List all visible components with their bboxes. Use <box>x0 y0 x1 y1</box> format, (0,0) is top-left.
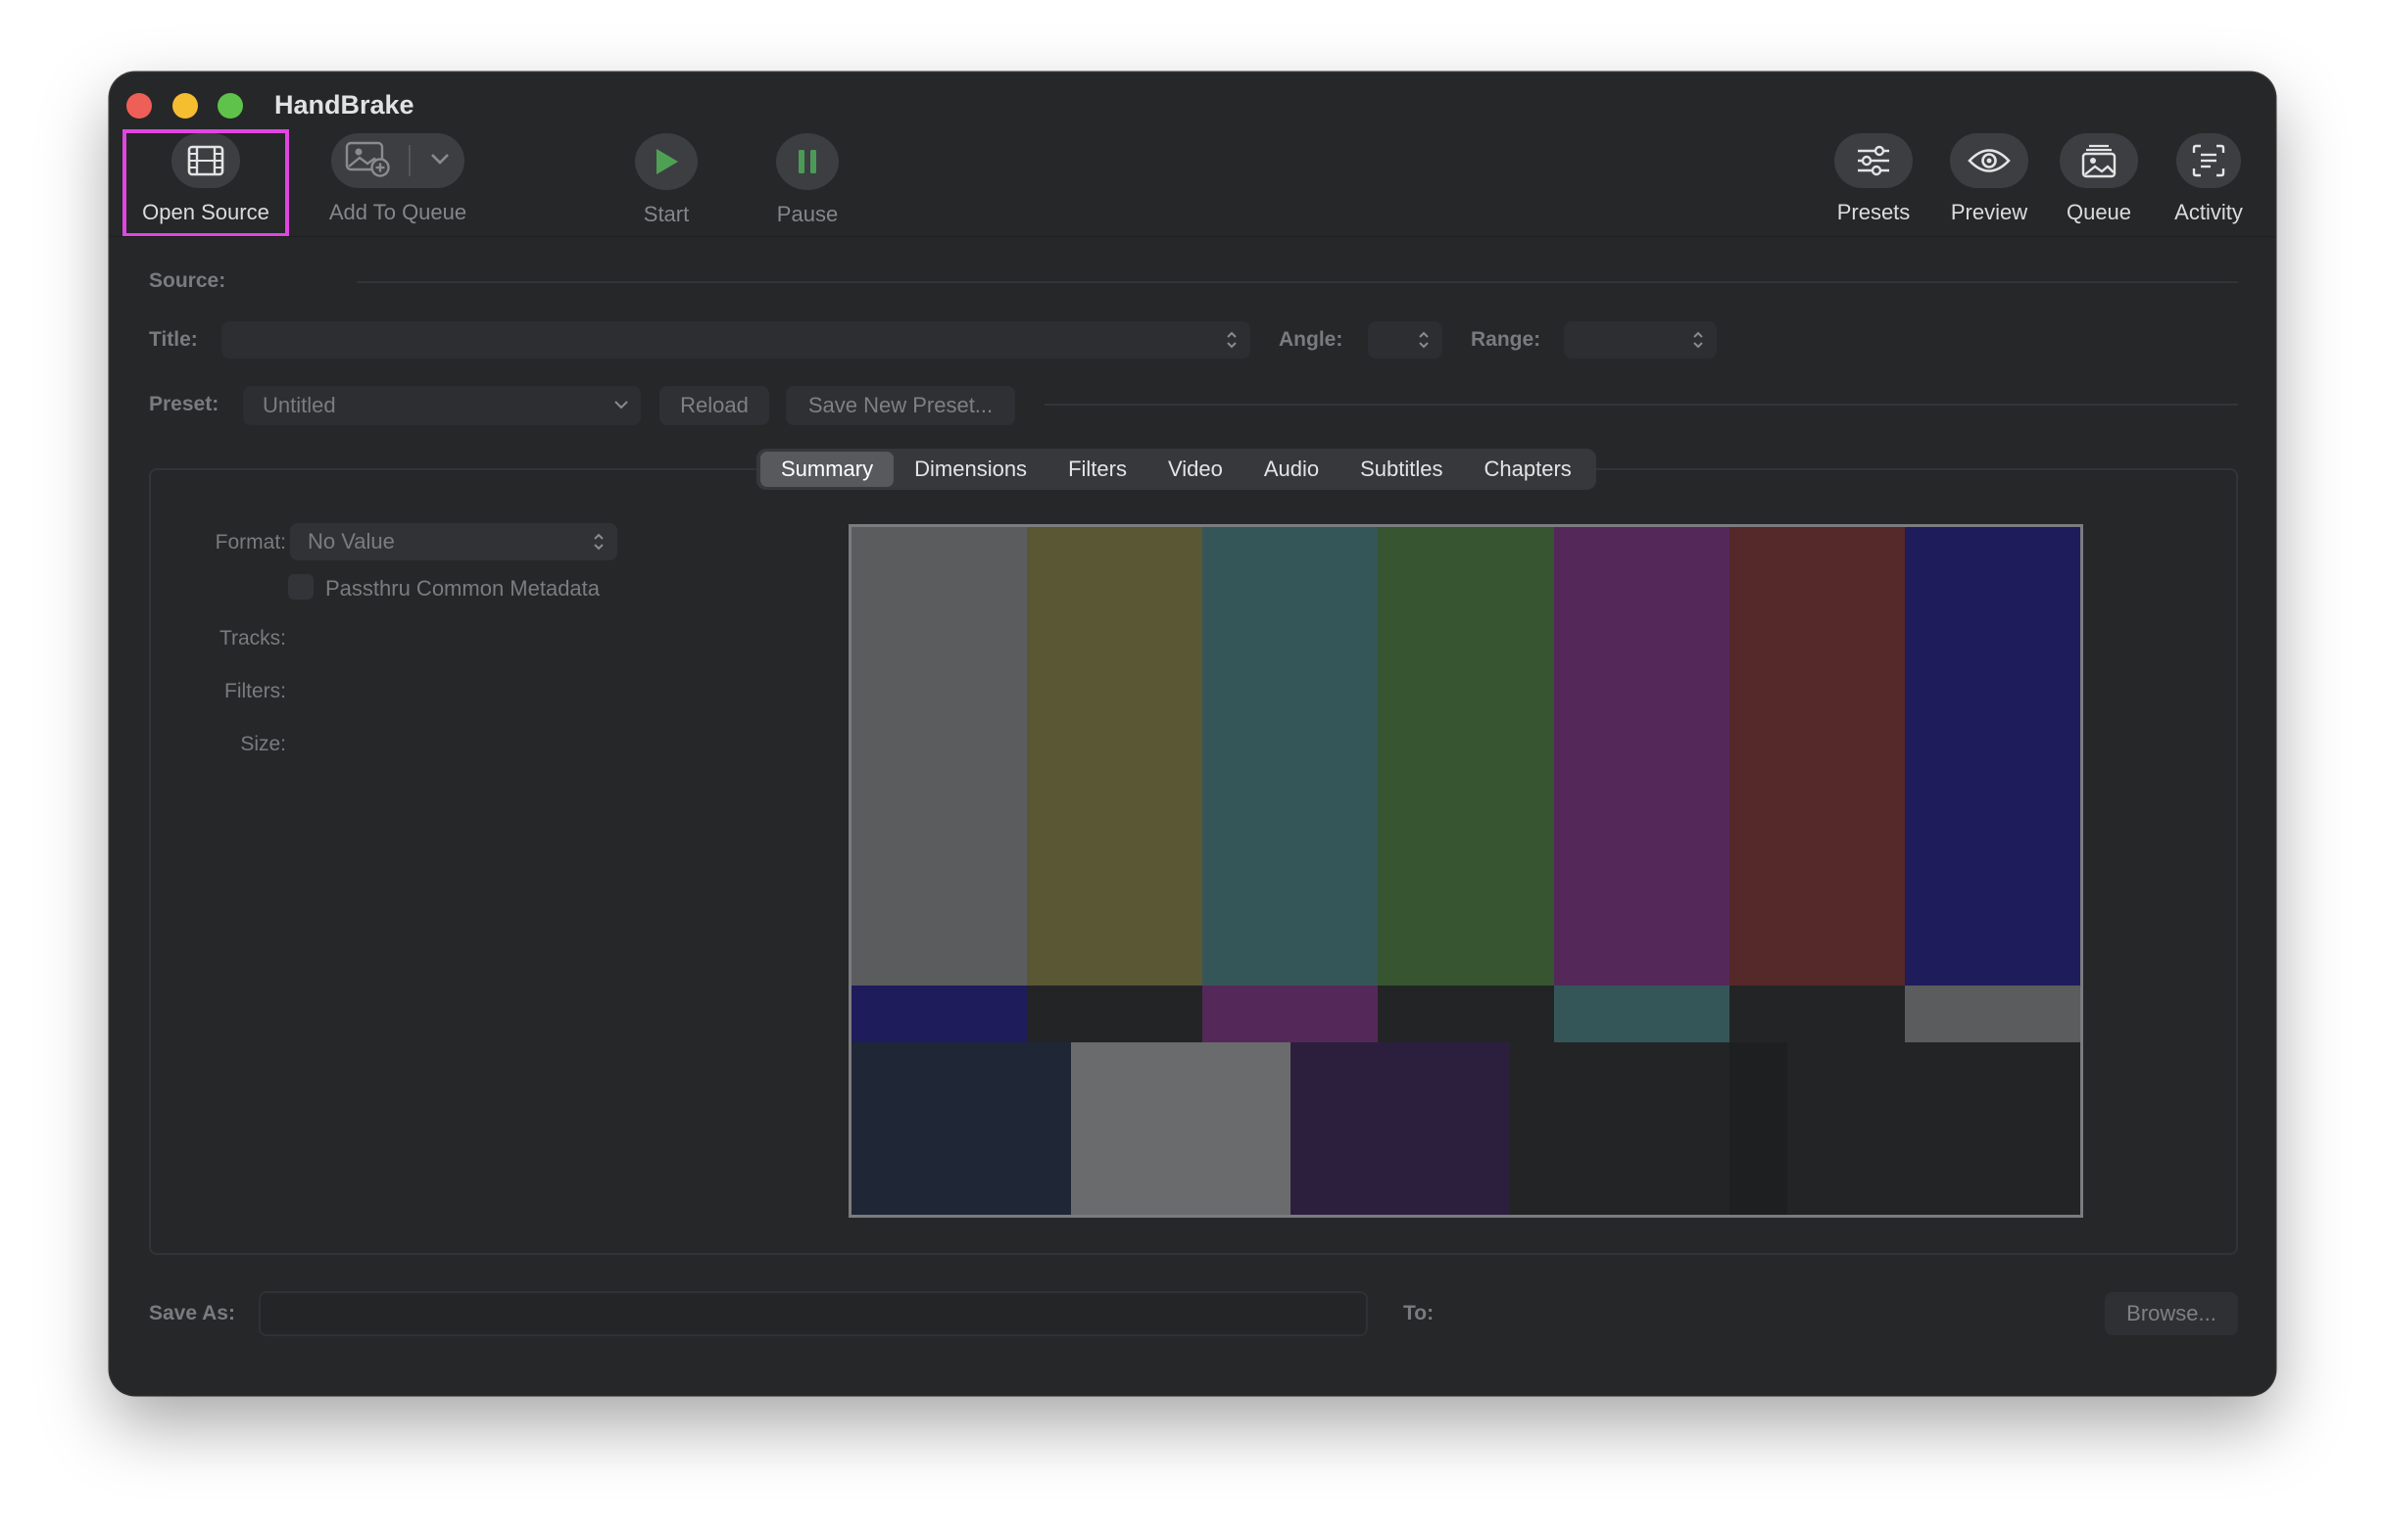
sliders-icon <box>1834 133 1913 188</box>
angle-label: Angle: <box>1279 328 1343 351</box>
passthru-metadata-label: Passthru Common Metadata <box>325 576 601 601</box>
source-label: Source: <box>149 269 226 292</box>
color-bar-middle <box>1202 986 1381 1042</box>
color-bar-middle <box>1027 986 1205 1042</box>
color-bar-bottom <box>1728 1042 1789 1215</box>
play-icon <box>635 133 698 190</box>
color-bar-middle <box>1728 986 1907 1042</box>
queue-label: Queue <box>2066 200 2132 224</box>
add-photo-icon <box>345 140 390 182</box>
save-as-input[interactable] <box>259 1291 1368 1336</box>
pause-icon <box>776 133 839 190</box>
source-value <box>357 281 2238 283</box>
preset-value: Untitled <box>263 393 336 417</box>
tab-audio[interactable]: Audio <box>1243 452 1339 487</box>
preset-label: Preset: <box>149 393 219 415</box>
updown-chevron-icon <box>1417 330 1431 355</box>
title-label: Title: <box>149 328 198 351</box>
preset-popup[interactable]: Untitled <box>243 386 641 425</box>
range-popup[interactable] <box>1564 321 1717 359</box>
activity-log-icon <box>2176 133 2241 188</box>
color-bar-top <box>1904 527 2080 986</box>
preset-separator <box>1045 404 2238 406</box>
tab-chapters[interactable]: Chapters <box>1464 452 1592 487</box>
color-bar-middle <box>1378 986 1556 1042</box>
add-to-queue-label: Add To Queue <box>328 200 467 224</box>
activity-label: Activity <box>2174 200 2243 224</box>
color-bar-bottom <box>1786 1042 1907 1215</box>
selection-highlight <box>122 129 289 237</box>
eye-icon <box>1950 133 2028 188</box>
color-bar-top <box>1728 527 1907 986</box>
filters-label: Filters: <box>224 680 286 702</box>
save-new-preset-button[interactable]: Save New Preset... <box>786 386 1015 425</box>
color-bar-top <box>1027 527 1205 986</box>
preview-image <box>849 524 2083 1218</box>
chevron-down-icon[interactable] <box>429 152 451 170</box>
window-title: HandBrake <box>274 90 414 120</box>
presets-label: Presets <box>1836 200 1911 224</box>
pause-button[interactable]: Pause <box>760 133 854 227</box>
color-bar-bottom <box>1070 1042 1291 1215</box>
start-button[interactable]: Start <box>619 133 713 227</box>
settings-tabs: Summary Dimensions Filters Video Audio S… <box>756 449 1596 490</box>
color-bar-middle <box>1553 986 1731 1042</box>
add-to-queue-button[interactable]: Add To Queue <box>319 133 476 225</box>
tracks-label: Tracks: <box>219 627 286 650</box>
save-as-label: Save As: <box>149 1302 235 1324</box>
color-bar-middle <box>852 986 1029 1042</box>
updown-chevron-icon <box>1225 330 1239 355</box>
updown-chevron-icon <box>1691 330 1705 355</box>
title-bar: HandBrake Open Source Add To Queue Start… <box>110 72 2275 239</box>
queue-button[interactable]: Queue <box>2052 133 2146 225</box>
format-label: Format: <box>215 531 286 553</box>
handbrake-window: HandBrake Open Source Add To Queue Start… <box>110 72 2275 1395</box>
pause-label: Pause <box>776 202 839 226</box>
color-bar-top <box>1202 527 1381 986</box>
close-window-button[interactable] <box>126 93 152 119</box>
tab-video[interactable]: Video <box>1147 452 1243 487</box>
range-label: Range: <box>1471 328 1541 351</box>
tab-dimensions[interactable]: Dimensions <box>894 452 1047 487</box>
activity-button[interactable]: Activity <box>2162 133 2256 225</box>
browse-button[interactable]: Browse... <box>2105 1292 2238 1335</box>
angle-popup[interactable] <box>1368 321 1442 359</box>
minimize-window-button[interactable] <box>172 93 198 119</box>
format-value: No Value <box>308 529 395 553</box>
toolbar-divider <box>110 236 2275 237</box>
size-label: Size: <box>240 733 286 755</box>
color-bar-bottom <box>1904 1042 2080 1215</box>
tab-filters[interactable]: Filters <box>1047 452 1147 487</box>
color-bar-bottom <box>1509 1042 1730 1215</box>
color-bar-bottom <box>1290 1042 1511 1215</box>
preview-button[interactable]: Preview <box>1942 133 2036 225</box>
title-popup[interactable] <box>221 321 1250 359</box>
destination-label: To: <box>1403 1302 1435 1324</box>
updown-chevron-icon <box>592 532 606 556</box>
reload-button[interactable]: Reload <box>659 386 769 425</box>
color-bar-top <box>1553 527 1731 986</box>
color-bar-middle <box>1904 986 2080 1042</box>
photo-stack-icon <box>2060 133 2138 188</box>
passthru-metadata-checkbox[interactable] <box>288 574 314 600</box>
chevron-down-icon <box>613 398 629 415</box>
preview-label: Preview <box>1950 200 2028 224</box>
zoom-window-button[interactable] <box>218 93 243 119</box>
tab-subtitles[interactable]: Subtitles <box>1339 452 1463 487</box>
color-bar-top <box>1378 527 1556 986</box>
format-popup[interactable]: No Value <box>290 523 617 560</box>
tab-summary[interactable]: Summary <box>760 452 895 487</box>
color-bar-bottom <box>852 1042 1072 1215</box>
color-bar-top <box>852 527 1029 986</box>
presets-button[interactable]: Presets <box>1826 133 1921 225</box>
start-label: Start <box>643 202 690 226</box>
